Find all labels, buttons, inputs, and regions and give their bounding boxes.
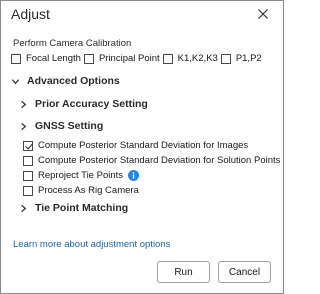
- calibration-options: Focal Length Principal Point K1,K2,K3 P1…: [11, 53, 265, 64]
- adjust-dialog: Adjust Perform Camera Calibration Focal …: [0, 0, 284, 294]
- learn-more-link[interactable]: Learn more about adjustment options: [13, 239, 170, 250]
- p1p2-option[interactable]: P1,P2: [220, 53, 262, 64]
- p1p2-label: P1,P2: [235, 53, 262, 64]
- tie-point-matching-label: Tie Point Matching: [35, 202, 129, 214]
- info-icon[interactable]: [128, 170, 140, 181]
- dialog-title: Adjust: [11, 6, 50, 22]
- posterior-images-option[interactable]: Compute Posterior Standard Deviation for…: [23, 140, 248, 151]
- tie-point-matching-expander[interactable]: Tie Point Matching: [19, 202, 128, 214]
- p1p2-checkbox[interactable]: [220, 53, 231, 64]
- reproject-tie-points-label: Reproject Tie Points: [38, 170, 124, 181]
- process-as-rig-camera-option[interactable]: Process As Rig Camera: [23, 185, 139, 196]
- principal-point-label: Principal Point: [98, 53, 160, 64]
- advanced-options-label: Advanced Options: [27, 75, 120, 87]
- prior-accuracy-expander[interactable]: Prior Accuracy Setting: [19, 98, 148, 110]
- process-as-rig-camera-label: Process As Rig Camera: [38, 185, 139, 196]
- posterior-images-checkbox[interactable]: [23, 140, 33, 151]
- principal-point-checkbox[interactable]: [83, 53, 94, 64]
- focal-length-checkbox[interactable]: [11, 53, 21, 64]
- focal-length-label: Focal Length: [26, 53, 81, 64]
- chevron-right-icon: [21, 204, 27, 212]
- focal-length-option[interactable]: Focal Length: [11, 53, 81, 64]
- reproject-tie-points-option[interactable]: Reproject Tie Points: [23, 170, 140, 181]
- advanced-options-expander[interactable]: Advanced Options: [11, 75, 120, 87]
- gnss-setting-label: GNSS Setting: [35, 120, 104, 132]
- posterior-solution-points-checkbox[interactable]: [23, 155, 33, 166]
- calibration-section-label: Perform Camera Calibration: [13, 38, 132, 49]
- chevron-down-icon: [11, 78, 20, 84]
- principal-point-option[interactable]: Principal Point: [83, 53, 160, 64]
- chevron-right-icon: [21, 100, 27, 108]
- chevron-right-icon: [21, 122, 27, 130]
- k1k2k3-label: K1,K2,K3: [177, 53, 218, 64]
- reproject-tie-points-checkbox[interactable]: [23, 170, 33, 181]
- k1k2k3-option[interactable]: K1,K2,K3: [162, 53, 218, 64]
- cancel-button[interactable]: Cancel: [218, 261, 271, 283]
- close-button[interactable]: [255, 6, 271, 22]
- posterior-images-label: Compute Posterior Standard Deviation for…: [38, 140, 249, 151]
- gnss-setting-expander[interactable]: GNSS Setting: [19, 120, 103, 132]
- posterior-solution-points-label: Compute Posterior Standard Deviation for…: [38, 155, 281, 166]
- close-icon: [258, 9, 268, 19]
- prior-accuracy-label: Prior Accuracy Setting: [35, 98, 148, 110]
- run-button[interactable]: Run: [157, 261, 210, 283]
- process-as-rig-camera-checkbox[interactable]: [23, 185, 33, 196]
- k1k2k3-checkbox[interactable]: [162, 53, 173, 64]
- posterior-solution-points-option[interactable]: Compute Posterior Standard Deviation for…: [23, 155, 280, 166]
